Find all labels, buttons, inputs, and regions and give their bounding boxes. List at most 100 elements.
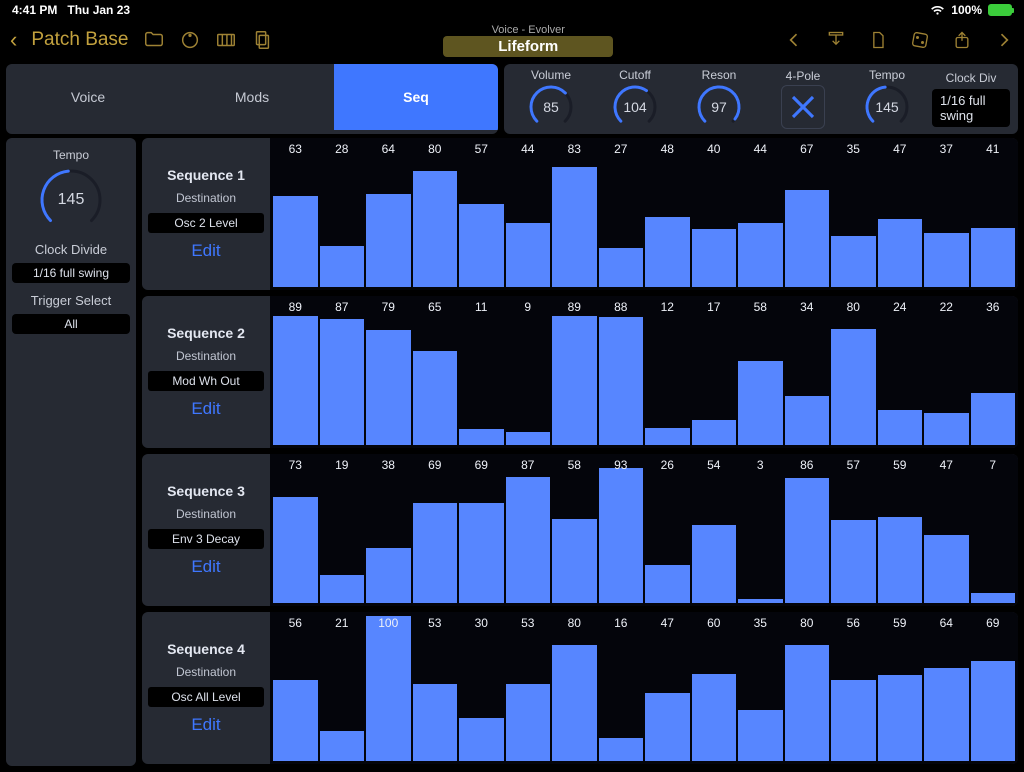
seq-step[interactable]: 89 (273, 300, 318, 445)
seq-step[interactable]: 17 (692, 300, 737, 445)
seq-step[interactable]: 88 (599, 300, 644, 445)
seq-step[interactable]: 93 (599, 458, 644, 603)
piano-icon[interactable] (215, 29, 237, 51)
seq-step[interactable]: 73 (273, 458, 318, 603)
seq-step[interactable]: 12 (645, 300, 690, 445)
seq-step[interactable]: 3 (738, 458, 783, 603)
volume-knob[interactable]: 85 (528, 84, 574, 130)
side-trigger-select[interactable]: All (12, 314, 130, 334)
seq-step[interactable]: 89 (552, 300, 597, 445)
seq-step[interactable]: 59 (878, 458, 923, 603)
status-bar: 4:41 PM Thu Jan 23 100% (0, 0, 1024, 20)
next-icon[interactable] (994, 30, 1014, 50)
seq-step[interactable]: 59 (878, 616, 923, 761)
seq-step[interactable]: 44 (738, 142, 783, 287)
seq-step[interactable]: 54 (692, 458, 737, 603)
seq-step[interactable]: 56 (831, 616, 876, 761)
seq-step[interactable]: 11 (459, 300, 504, 445)
seq-step[interactable]: 9 (506, 300, 551, 445)
pole-toggle[interactable] (781, 85, 825, 129)
clockdiv-select[interactable]: 1/16 full swing (932, 89, 1010, 127)
dice-icon[interactable] (910, 30, 930, 50)
seq-step[interactable]: 35 (831, 142, 876, 287)
seq-step[interactable]: 38 (366, 458, 411, 603)
cutoff-knob[interactable]: 104 (612, 84, 658, 130)
edit-button[interactable]: Edit (191, 241, 220, 261)
seq-step[interactable]: 58 (738, 300, 783, 445)
seq-step[interactable]: 64 (366, 142, 411, 287)
copy-icon[interactable] (251, 29, 273, 51)
seq-step[interactable]: 87 (320, 300, 365, 445)
battery-percent: 100% (951, 3, 982, 17)
seq-step[interactable]: 35 (738, 616, 783, 761)
seq-step[interactable]: 60 (692, 616, 737, 761)
destination-select[interactable]: Mod Wh Out (148, 371, 264, 391)
seq-step[interactable]: 34 (785, 300, 830, 445)
destination-select[interactable]: Env 3 Decay (148, 529, 264, 549)
seq-step[interactable]: 22 (924, 300, 969, 445)
seq-step[interactable]: 16 (599, 616, 644, 761)
seq-step[interactable]: 53 (413, 616, 458, 761)
seq-step[interactable]: 63 (273, 142, 318, 287)
edit-button[interactable]: Edit (191, 715, 220, 735)
destination-select[interactable]: Osc All Level (148, 687, 264, 707)
back-title[interactable]: Patch Base (31, 29, 128, 51)
seq-step[interactable]: 47 (924, 458, 969, 603)
seq-step[interactable]: 100 (366, 616, 411, 761)
tab-seq[interactable]: Seq (334, 64, 498, 130)
seq-step[interactable]: 87 (506, 458, 551, 603)
destination-select[interactable]: Osc 2 Level (148, 213, 264, 233)
seq-step[interactable]: 83 (552, 142, 597, 287)
new-doc-icon[interactable] (868, 30, 888, 50)
seq-step[interactable]: 30 (459, 616, 504, 761)
seq-step[interactable]: 79 (366, 300, 411, 445)
seq-step[interactable]: 48 (645, 142, 690, 287)
folder-icon[interactable] (143, 29, 165, 51)
seq-step[interactable]: 44 (506, 142, 551, 287)
seq-step[interactable]: 19 (320, 458, 365, 603)
seq-step[interactable]: 65 (413, 300, 458, 445)
seq-step[interactable]: 7 (971, 458, 1016, 603)
seq-step[interactable]: 56 (273, 616, 318, 761)
seq-step[interactable]: 36 (971, 300, 1016, 445)
seq-step[interactable]: 86 (785, 458, 830, 603)
prev-icon[interactable] (784, 30, 804, 50)
seq-step[interactable]: 69 (971, 616, 1016, 761)
edit-button[interactable]: Edit (191, 557, 220, 577)
seq-step[interactable]: 80 (785, 616, 830, 761)
back-chevron-icon[interactable]: ‹ (10, 27, 17, 53)
patch-name[interactable]: Lifeform (443, 36, 613, 57)
seq-step[interactable]: 28 (320, 142, 365, 287)
download-icon[interactable] (826, 30, 846, 50)
side-clock-select[interactable]: 1/16 full swing (12, 263, 130, 283)
seq-step[interactable]: 69 (459, 458, 504, 603)
reson-knob[interactable]: 97 (696, 84, 742, 130)
tempo-knob[interactable]: 145 (864, 84, 910, 130)
seq-step[interactable]: 57 (831, 458, 876, 603)
seq-step[interactable]: 57 (459, 142, 504, 287)
dial-icon[interactable] (179, 29, 201, 51)
seq-step[interactable]: 53 (506, 616, 551, 761)
seq-step[interactable]: 21 (320, 616, 365, 761)
seq-step[interactable]: 80 (831, 300, 876, 445)
seq-step[interactable]: 26 (645, 458, 690, 603)
seq-step[interactable]: 80 (413, 142, 458, 287)
share-icon[interactable] (952, 30, 972, 50)
seq-step[interactable]: 27 (599, 142, 644, 287)
seq-step[interactable]: 47 (878, 142, 923, 287)
edit-button[interactable]: Edit (191, 399, 220, 419)
pole-label: 4-Pole (786, 69, 821, 83)
seq-step[interactable]: 40 (692, 142, 737, 287)
seq-step[interactable]: 37 (924, 142, 969, 287)
seq-step[interactable]: 69 (413, 458, 458, 603)
tab-voice[interactable]: Voice (6, 64, 170, 130)
seq-step[interactable]: 67 (785, 142, 830, 287)
seq-step[interactable]: 24 (878, 300, 923, 445)
tab-mods[interactable]: Mods (170, 64, 334, 130)
seq-step[interactable]: 64 (924, 616, 969, 761)
seq-step[interactable]: 80 (552, 616, 597, 761)
seq-step[interactable]: 58 (552, 458, 597, 603)
seq-step[interactable]: 41 (971, 142, 1016, 287)
side-tempo-knob[interactable]: 145 (39, 168, 103, 232)
seq-step[interactable]: 47 (645, 616, 690, 761)
